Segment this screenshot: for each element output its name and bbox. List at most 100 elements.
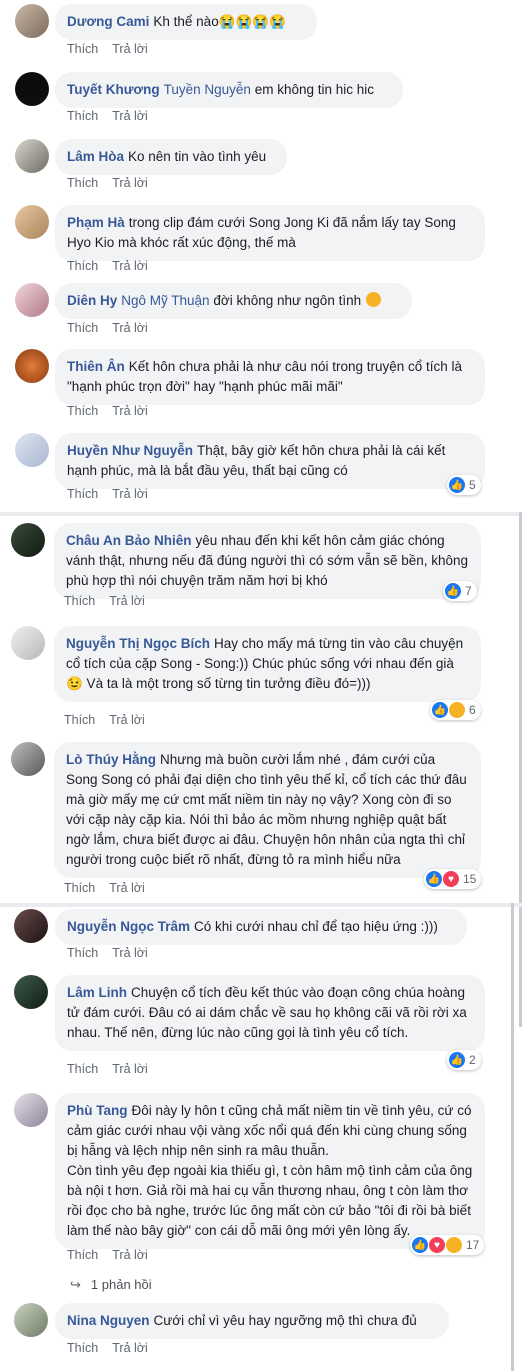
commenter-name[interactable]: Dương Cami [67, 14, 149, 29]
sad-face-icon [365, 292, 381, 307]
like-link[interactable]: Thích [67, 487, 98, 501]
avatar[interactable] [15, 349, 49, 383]
like-link[interactable]: Thích [64, 594, 95, 608]
love-reaction-icon: ♥ [429, 1237, 445, 1253]
commenter-name[interactable]: Lâm Hòa [67, 149, 124, 164]
comment-bubble: Dương Cami Kh thể nào😭😭😭😭 [55, 4, 317, 40]
reply-link[interactable]: Trả lời [112, 321, 148, 335]
comment-text: Có khi cưới nhau chỉ để tạo hiệu ứng :))… [194, 919, 438, 934]
reply-link[interactable]: Trả lời [112, 1341, 148, 1355]
commenter-name[interactable]: Huyền Như Nguyễn [67, 443, 193, 458]
like-reaction-icon: 👍 [426, 871, 442, 887]
comment-bubble: Lâm Linh Chuyện cổ tích đều kết thúc vào … [55, 975, 485, 1051]
section-divider [0, 903, 522, 907]
like-link[interactable]: Thích [67, 1062, 98, 1076]
avatar[interactable] [11, 742, 45, 776]
avatar[interactable] [15, 433, 49, 467]
replies-count-label: 1 phản hồi [90, 1277, 152, 1292]
reply-link[interactable]: Trả lời [112, 1248, 148, 1262]
commenter-name[interactable]: Nguyễn Ngọc Trâm [67, 919, 190, 934]
reply-arrow-icon: ↪ [70, 1277, 81, 1292]
avatar[interactable] [11, 523, 45, 557]
reaction-summary[interactable]: 👍 ♥ 17 [410, 1235, 485, 1255]
reply-link[interactable]: Trả lời [109, 713, 145, 727]
reaction-summary[interactable]: 👍 2 [447, 1050, 481, 1070]
comment-actions: Thích Trả lời [67, 176, 162, 190]
commenter-name[interactable]: Lò Thúy Hằng [66, 752, 156, 767]
like-link[interactable]: Thích [67, 1248, 98, 1262]
commenter-name[interactable]: Châu An Bảo Nhiên [66, 533, 192, 548]
love-reaction-icon: ♥ [443, 871, 459, 887]
like-link[interactable]: Thích [64, 713, 95, 727]
mention-link[interactable]: Tuyền Nguyễn [164, 82, 251, 97]
reaction-summary[interactable]: 👍 7 [443, 581, 477, 601]
comment-text: trong clip đám cưới Song Jong Ki đã nắm … [67, 215, 456, 250]
comment-bubble: Phạm Hà trong clip đám cưới Song Jong Ki … [55, 205, 485, 261]
like-link[interactable]: Thích [67, 259, 98, 273]
like-link[interactable]: Thích [67, 1341, 98, 1355]
reply-link[interactable]: Trả lời [112, 42, 148, 56]
avatar[interactable] [14, 1093, 48, 1127]
comment-text: Kh thể nào😭😭😭😭 [153, 14, 286, 29]
commenter-name[interactable]: Nguyễn Thị Ngọc Bích [66, 636, 210, 651]
comment-bubble: Nina Nguyen Cưới chỉ vì yêu hay ngưỡng mộ… [55, 1303, 449, 1339]
comment-actions: Thích Trả lời [67, 487, 162, 501]
comment-bubble: Tuyết Khương Tuyền Nguyễn em không tin hi… [55, 72, 403, 108]
reply-link[interactable]: Trả lời [112, 109, 148, 123]
reply-link[interactable]: Trả lời [109, 881, 145, 895]
comment-bubble: Lò Thúy Hằng Nhưng mà buồn cười lắm nhé ,… [54, 742, 481, 878]
like-reaction-icon: 👍 [445, 583, 461, 599]
avatar[interactable] [15, 139, 49, 173]
reply-link[interactable]: Trả lời [112, 487, 148, 501]
avatar[interactable] [15, 72, 49, 106]
like-link[interactable]: Thích [67, 109, 98, 123]
comment-text: Kết hôn chưa phải là như câu nói trong t… [67, 359, 463, 394]
avatar[interactable] [14, 1303, 48, 1337]
sad-reaction-icon [449, 702, 465, 718]
like-link[interactable]: Thích [67, 321, 98, 335]
like-link[interactable]: Thích [67, 42, 98, 56]
avatar[interactable] [14, 975, 48, 1009]
comment-text: đời không như ngôn tình [213, 293, 362, 308]
reply-link[interactable]: Trả lời [112, 1062, 148, 1076]
reply-link[interactable]: Trả lời [112, 259, 148, 273]
commenter-name[interactable]: Tuyết Khương [67, 82, 160, 97]
comment-actions: Thích Trả lời [64, 594, 159, 608]
reaction-summary[interactable]: 👍 5 [447, 475, 481, 495]
avatar[interactable] [15, 205, 49, 239]
commenter-name[interactable]: Nina Nguyen [67, 1313, 150, 1328]
commenter-name[interactable]: Phù Tang [67, 1103, 128, 1118]
like-link[interactable]: Thích [64, 881, 95, 895]
comment-text: Nhưng mà buồn cười lắm nhé , đám cưới củ… [66, 752, 467, 867]
avatar[interactable] [15, 283, 49, 317]
comment-text: Cưới chỉ vì yêu hay ngưỡng mộ thì chưa đ… [153, 1313, 417, 1328]
avatar[interactable] [14, 909, 48, 943]
reply-link[interactable]: Trả lời [112, 404, 148, 418]
view-replies-link[interactable]: ↪ 1 phản hồi [70, 1277, 152, 1293]
mention-link[interactable]: Ngô Mỹ Thuận [121, 293, 209, 308]
like-reaction-icon: 👍 [449, 477, 465, 493]
like-link[interactable]: Thích [67, 176, 98, 190]
like-link[interactable]: Thích [67, 946, 98, 960]
comment-bubble: Thiên Ân Kết hôn chưa phải là như câu nói… [55, 349, 485, 405]
avatar[interactable] [15, 4, 49, 38]
commenter-name[interactable]: Lâm Linh [67, 985, 127, 1000]
commenter-name[interactable]: Phạm Hà [67, 215, 125, 230]
reply-link[interactable]: Trả lời [112, 946, 148, 960]
avatar[interactable] [11, 626, 45, 660]
section-divider [0, 512, 522, 516]
reaction-summary[interactable]: 👍 6 [430, 700, 481, 720]
reaction-summary[interactable]: 👍 ♥ 15 [424, 869, 482, 889]
reaction-count: 15 [463, 872, 477, 886]
like-link[interactable]: Thích [67, 404, 98, 418]
comment-actions: Thích Trả lời [67, 109, 162, 123]
comment-actions: Thích Trả lời [67, 946, 162, 960]
reply-link[interactable]: Trả lời [112, 176, 148, 190]
comment-actions: Thích Trả lời [67, 42, 162, 56]
commenter-name[interactable]: Diên Hy [67, 293, 117, 308]
comment-text: Ko nên tin vào tình yêu [128, 149, 267, 164]
commenter-name[interactable]: Thiên Ân [67, 359, 125, 374]
scrollbar[interactable] [511, 903, 514, 1371]
reply-link[interactable]: Trả lời [109, 594, 145, 608]
comment-actions: Thích Trả lời [67, 1248, 162, 1262]
